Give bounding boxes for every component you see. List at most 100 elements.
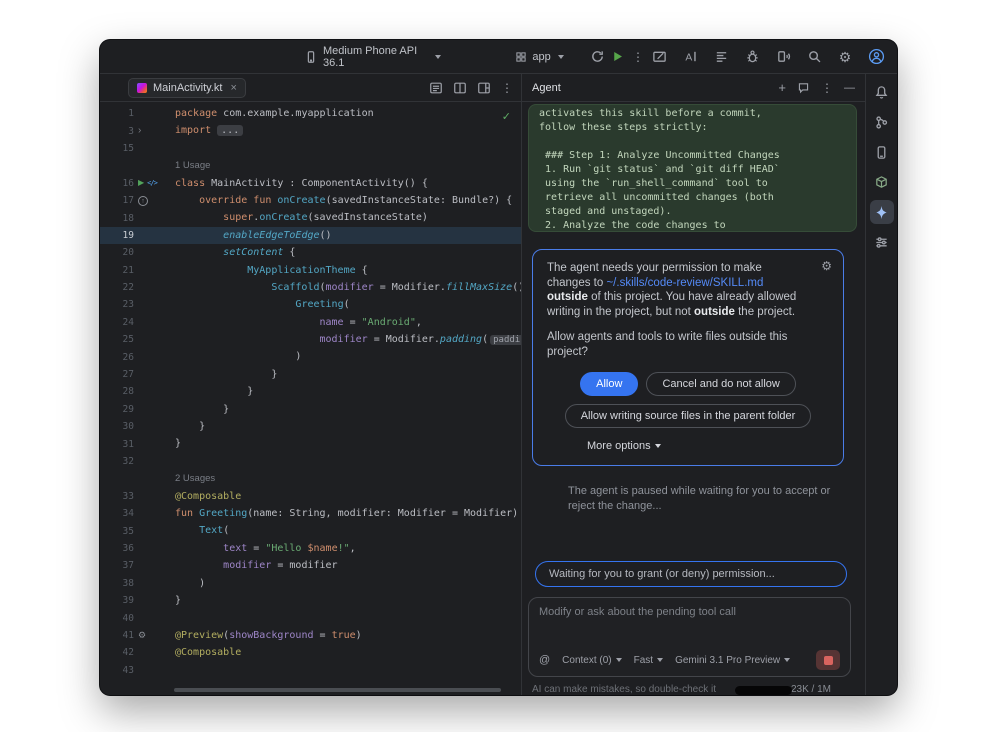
- build-icon[interactable]: [870, 170, 894, 194]
- code-line[interactable]: 34fun Greeting(name: String, modifier: M…: [100, 505, 521, 522]
- line-number[interactable]: 29: [106, 404, 134, 415]
- code-line[interactable]: 26 ): [100, 348, 521, 365]
- line-number[interactable]: 21: [106, 265, 134, 276]
- running-devices-icon[interactable]: [870, 140, 894, 164]
- code-line[interactable]: 25 modifier = Modifier.padding(paddingVa…: [100, 331, 521, 348]
- line-number[interactable]: 16: [106, 178, 134, 189]
- code-line[interactable]: 23 Greeting(: [100, 296, 521, 313]
- agent-input-box[interactable]: Modify or ask about the pending tool cal…: [528, 597, 851, 677]
- more-options-button[interactable]: More options: [587, 440, 829, 452]
- line-number[interactable]: 15: [106, 143, 134, 154]
- code-line[interactable]: 17↑ override fun onCreate(savedInstanceS…: [100, 192, 521, 209]
- line-number[interactable]: 20: [106, 247, 134, 258]
- permission-settings-gear-icon[interactable]: ⚙: [821, 259, 832, 273]
- device-selector[interactable]: Medium Phone API 36.1: [298, 42, 447, 72]
- code-line[interactable]: 38 ): [100, 575, 521, 592]
- hscrollbar-thumb[interactable]: [174, 688, 501, 692]
- inspections-ok-icon[interactable]: ✓: [502, 110, 511, 123]
- settings-icon[interactable]: ⚙: [834, 46, 856, 68]
- line-number[interactable]: 28: [106, 386, 134, 397]
- code-line[interactable]: 37 modifier = modifier: [100, 557, 521, 574]
- line-number[interactable]: 23: [106, 299, 134, 310]
- split-editor-icon[interactable]: [453, 81, 467, 95]
- run-gutter-icon[interactable]: ▶: [138, 179, 144, 187]
- skill-file-link[interactable]: ~/.skills/code-review/SKILL.md: [606, 277, 763, 289]
- code-line[interactable]: 18 super.onCreate(savedInstanceState): [100, 209, 521, 226]
- code-line[interactable]: 36 text = "Hello $name!",: [100, 540, 521, 557]
- line-number[interactable]: 30: [106, 421, 134, 432]
- code-line[interactable]: 22 Scaffold(modifier = Modifier.fillMaxS…: [100, 279, 521, 296]
- stop-button[interactable]: [816, 650, 840, 670]
- inlay-hint-row[interactable]: 2 Usages: [100, 470, 521, 487]
- sync-project-icon[interactable]: [588, 46, 608, 68]
- line-number[interactable]: 42: [106, 647, 134, 658]
- line-number[interactable]: 40: [106, 613, 134, 624]
- code-line[interactable]: 1package com.example.myapplication: [100, 105, 521, 122]
- line-number[interactable]: 43: [106, 665, 134, 676]
- layout-columns-icon[interactable]: [477, 81, 491, 95]
- code-line[interactable]: 31}: [100, 435, 521, 452]
- toolbar-more-icon[interactable]: ⋮: [628, 46, 648, 68]
- logcat-icon[interactable]: [710, 46, 732, 68]
- tab-mainactivity[interactable]: MainActivity.kt ×: [128, 78, 246, 98]
- gemini-agent-icon[interactable]: [870, 200, 894, 224]
- line-number[interactable]: 31: [106, 439, 134, 450]
- line-number[interactable]: 25: [106, 334, 134, 345]
- code-line[interactable]: 30 }: [100, 418, 521, 435]
- override-gutter-icon[interactable]: ↑: [138, 196, 148, 206]
- code-line[interactable]: 32: [100, 453, 521, 470]
- code-line[interactable]: 3›import ...: [100, 122, 521, 139]
- code-line[interactable]: 16▶</>class MainActivity : ComponentActi…: [100, 175, 521, 192]
- line-number[interactable]: 41: [106, 630, 134, 641]
- line-number[interactable]: 38: [106, 578, 134, 589]
- line-number[interactable]: 3: [106, 126, 134, 137]
- line-number[interactable]: 35: [106, 526, 134, 537]
- compose-gutter-icon[interactable]: </>: [147, 180, 157, 187]
- code-line[interactable]: 33@Composable: [100, 488, 521, 505]
- cancel-button[interactable]: Cancel and do not allow: [646, 372, 795, 396]
- code-line[interactable]: 21 MyApplicationTheme {: [100, 262, 521, 279]
- context-dropdown[interactable]: Context (0): [562, 655, 621, 666]
- line-number[interactable]: 37: [106, 560, 134, 571]
- structure-view-icon[interactable]: [429, 81, 443, 95]
- live-edit-icon[interactable]: A: [679, 46, 701, 68]
- chat-history-icon[interactable]: [797, 81, 810, 94]
- notifications-icon[interactable]: [870, 80, 894, 104]
- code-line[interactable]: 15: [100, 140, 521, 157]
- code-line[interactable]: 27 }: [100, 366, 521, 383]
- editor-more-icon[interactable]: ⋮: [501, 81, 513, 95]
- fold-gutter-icon[interactable]: ›: [138, 126, 141, 136]
- line-number[interactable]: 22: [106, 282, 134, 293]
- code-line[interactable]: 42@Composable: [100, 644, 521, 661]
- line-number[interactable]: 32: [106, 456, 134, 467]
- close-tab-icon[interactable]: ×: [230, 82, 236, 94]
- allow-parent-folder-button[interactable]: Allow writing source files in the parent…: [565, 404, 812, 428]
- line-number[interactable]: 19: [106, 230, 134, 241]
- model-dropdown[interactable]: Gemini 3.1 Pro Preview: [675, 655, 790, 666]
- version-control-icon[interactable]: [870, 110, 894, 134]
- minimize-panel-icon[interactable]: —: [844, 82, 855, 94]
- line-number[interactable]: 36: [106, 543, 134, 554]
- speed-dropdown[interactable]: Fast: [634, 655, 663, 666]
- usages-inlay-hint[interactable]: 2 Usages: [175, 473, 215, 484]
- user-avatar[interactable]: [865, 46, 887, 68]
- code-line[interactable]: 35 Text(: [100, 522, 521, 539]
- new-chat-icon[interactable]: +: [778, 80, 786, 95]
- allow-button[interactable]: Allow: [580, 372, 638, 396]
- code-editor[interactable]: ✓ 1package com.example.myapplication3›im…: [100, 102, 521, 695]
- mention-icon[interactable]: @: [539, 654, 550, 666]
- layout-inspector-icon[interactable]: [648, 46, 670, 68]
- line-number[interactable]: 33: [106, 491, 134, 502]
- line-number[interactable]: 17: [106, 195, 134, 206]
- line-number[interactable]: 1: [106, 108, 134, 119]
- code-line[interactable]: 20 setContent {: [100, 244, 521, 261]
- code-line[interactable]: 43: [100, 662, 521, 679]
- usages-inlay-hint[interactable]: 1 Usage: [175, 160, 210, 171]
- code-line[interactable]: 29 }: [100, 401, 521, 418]
- run-icon[interactable]: [608, 46, 628, 68]
- permission-status-field[interactable]: Waiting for you to grant (or deny) permi…: [535, 561, 847, 587]
- run-config-selector[interactable]: app: [509, 48, 569, 66]
- line-number[interactable]: 27: [106, 369, 134, 380]
- line-number[interactable]: 24: [106, 317, 134, 328]
- line-number[interactable]: 34: [106, 508, 134, 519]
